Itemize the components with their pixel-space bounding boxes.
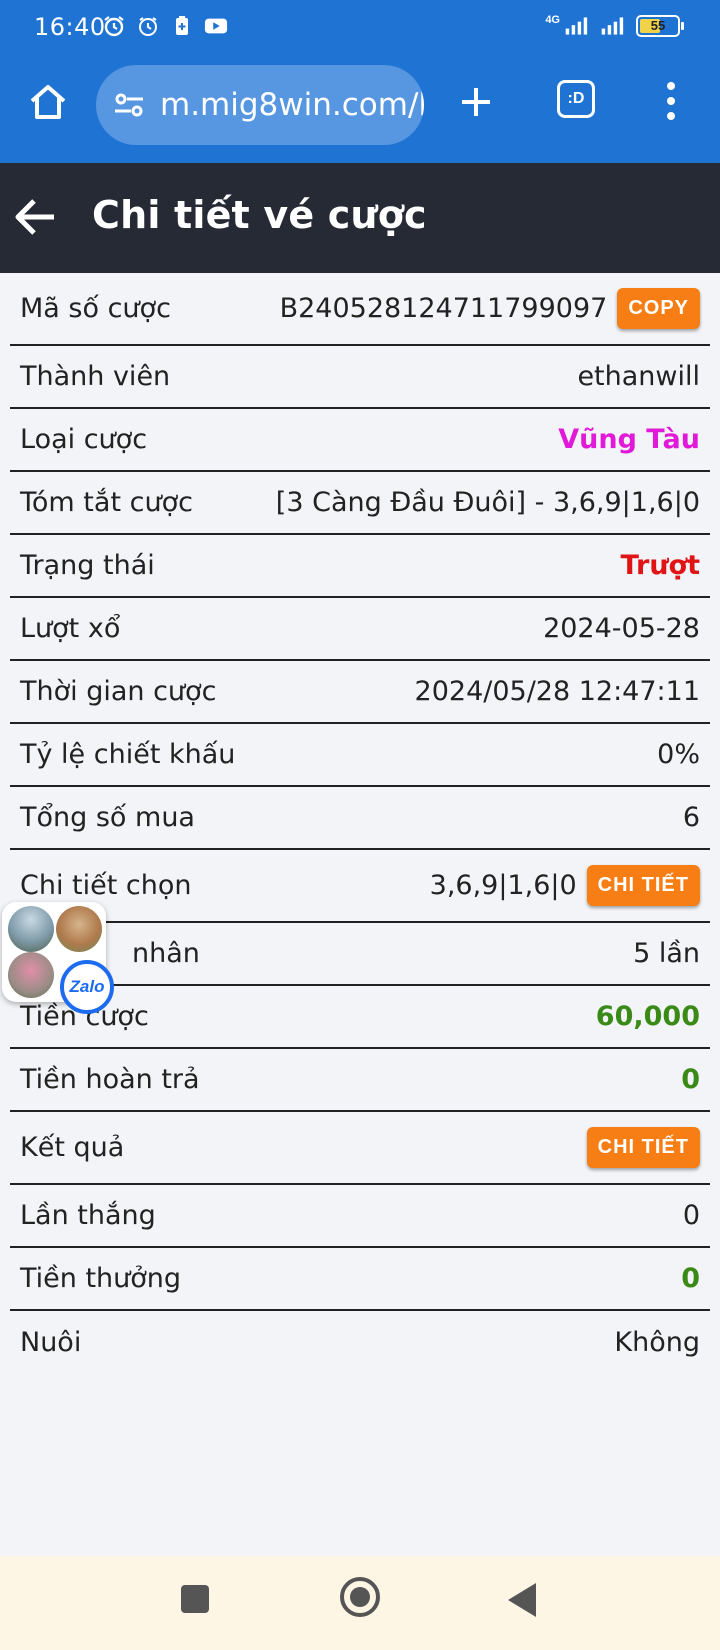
detail-row-stake: Tiền cược 60,000 bbox=[10, 986, 710, 1049]
detail-row-bet-id: Mã số cược B240528124711799097 COPY bbox=[10, 273, 710, 346]
detail-row-discount: Tỷ lệ chiết khấu 0% bbox=[10, 724, 710, 787]
detail-row-status: Trạng thái Trượt bbox=[10, 535, 710, 598]
zalo-icon: Zalo bbox=[60, 960, 114, 1014]
prize-value: 0 bbox=[681, 1263, 700, 1294]
page-title: Chi tiết vé cược bbox=[92, 193, 427, 237]
browser-chrome: 16:40 4G 55 m.mig8win.com/l:D bbox=[0, 0, 720, 163]
battery-icon: 55 bbox=[636, 15, 684, 37]
detail-row-total-bought: Tổng số mua 6 bbox=[10, 787, 710, 850]
alarm-clock-icon bbox=[136, 14, 160, 38]
bet-id-value: B240528124711799097 bbox=[279, 293, 608, 324]
detail-row-multiplier: nhân 5 lần bbox=[10, 923, 710, 986]
more-vert-icon[interactable] bbox=[656, 78, 686, 124]
detail-row-bet-type: Loại cược Vũng Tàu bbox=[10, 409, 710, 472]
row-label: Mã số cược bbox=[20, 293, 171, 324]
row-label: Tỷ lệ chiết khấu bbox=[20, 739, 236, 770]
signal-icon bbox=[564, 14, 588, 38]
status-notification-icons bbox=[102, 14, 228, 38]
discount-value: 0% bbox=[657, 739, 700, 770]
back-triangle-icon[interactable] bbox=[508, 1583, 536, 1617]
detail-row-nurture: Nuôi Không bbox=[10, 1311, 710, 1374]
row-label: Kết quả bbox=[20, 1132, 125, 1163]
detail-row-summary: Tóm tắt cược [3 Càng Đầu Đuôi] - 3,6,9|1… bbox=[10, 472, 710, 535]
battery-level: 55 bbox=[650, 18, 666, 33]
bet-details-list: Mã số cược B240528124711799097 COPY Thàn… bbox=[10, 273, 710, 1374]
win-count-value: 0 bbox=[682, 1200, 700, 1231]
refund-value: 0 bbox=[681, 1064, 700, 1095]
system-nav-bar bbox=[0, 1556, 720, 1650]
selection-value: 3,6,9|1,6|0 bbox=[429, 870, 577, 901]
avatar bbox=[8, 952, 54, 998]
selection-detail-button[interactable]: CHI TIẾT bbox=[586, 865, 700, 906]
avatar bbox=[8, 906, 54, 952]
network-type: 4G bbox=[545, 14, 560, 26]
url-text: m.mig8win.com/l bbox=[160, 87, 424, 123]
browser-toolbar: m.mig8win.com/l :D bbox=[0, 56, 720, 156]
site-settings-icon[interactable] bbox=[112, 88, 146, 122]
home-circle-icon[interactable] bbox=[340, 1577, 380, 1617]
home-icon[interactable] bbox=[26, 80, 70, 124]
row-label: Tiền thưởng bbox=[20, 1263, 182, 1294]
plus-icon[interactable] bbox=[454, 80, 498, 124]
youtube-icon bbox=[204, 14, 228, 38]
row-label: Lần thắng bbox=[20, 1200, 156, 1231]
result-detail-button[interactable]: CHI TIẾT bbox=[586, 1127, 700, 1168]
status-time: 16:40 bbox=[34, 13, 106, 41]
detail-row-selection: Chi tiết chọn 3,6,9|1,6|0 CHI TIẾT bbox=[10, 850, 710, 923]
row-label: Nuôi bbox=[20, 1327, 82, 1358]
app-header: Chi tiết vé cược bbox=[0, 163, 720, 273]
battery-saver-icon bbox=[170, 14, 194, 38]
stake-value: 60,000 bbox=[595, 1001, 700, 1032]
bet-time-value: 2024/05/28 12:47:11 bbox=[414, 676, 700, 707]
recents-icon[interactable] bbox=[181, 1585, 209, 1613]
bet-type-value: Vũng Tàu bbox=[558, 424, 700, 455]
member-value: ethanwill bbox=[577, 361, 700, 392]
status-bar: 16:40 4G 55 bbox=[0, 0, 720, 52]
row-label: Tiền hoàn trả bbox=[20, 1064, 200, 1095]
row-label: Loại cược bbox=[20, 424, 148, 455]
draw-date-value: 2024-05-28 bbox=[543, 613, 700, 644]
row-label: Trạng thái bbox=[20, 550, 155, 581]
detail-row-draw: Lượt xổ 2024-05-28 bbox=[10, 598, 710, 661]
status-system-icons: 4G 55 bbox=[545, 14, 684, 38]
summary-value: [3 Càng Đầu Đuôi] - 3,6,9|1,6|0 bbox=[275, 487, 700, 518]
row-label: Tổng số mua bbox=[20, 802, 195, 833]
row-label: Thành viên bbox=[20, 361, 171, 392]
zalo-chat-bubble[interactable]: Zalo bbox=[2, 902, 114, 1014]
row-label: Thời gian cược bbox=[20, 676, 217, 707]
detail-row-result: Kết quả CHI TIẾT bbox=[10, 1112, 710, 1185]
tabs-icon[interactable]: :D bbox=[557, 80, 595, 118]
tabs-label: :D bbox=[567, 90, 585, 107]
detail-row-prize: Tiền thưởng 0 bbox=[10, 1248, 710, 1311]
nurture-value: Không bbox=[614, 1327, 700, 1358]
status-badge: Trượt bbox=[620, 550, 700, 581]
address-bar[interactable]: m.mig8win.com/l bbox=[96, 65, 424, 145]
alarm-icon bbox=[102, 14, 126, 38]
signal-icon bbox=[600, 14, 624, 38]
total-bought-value: 6 bbox=[682, 802, 700, 833]
avatar bbox=[56, 906, 102, 952]
row-label: Tóm tắt cược bbox=[20, 487, 193, 518]
row-label: Chi tiết chọn bbox=[20, 870, 192, 901]
arrow-back-icon[interactable] bbox=[10, 193, 58, 241]
detail-row-win-count: Lần thắng 0 bbox=[10, 1185, 710, 1248]
multiplier-value: 5 lần bbox=[633, 938, 700, 969]
detail-row-member: Thành viên ethanwill bbox=[10, 346, 710, 409]
copy-button[interactable]: COPY bbox=[617, 288, 700, 329]
row-label: Lượt xổ bbox=[20, 613, 121, 644]
detail-row-refund: Tiền hoàn trả 0 bbox=[10, 1049, 710, 1112]
detail-row-bet-time: Thời gian cược 2024/05/28 12:47:11 bbox=[10, 661, 710, 724]
